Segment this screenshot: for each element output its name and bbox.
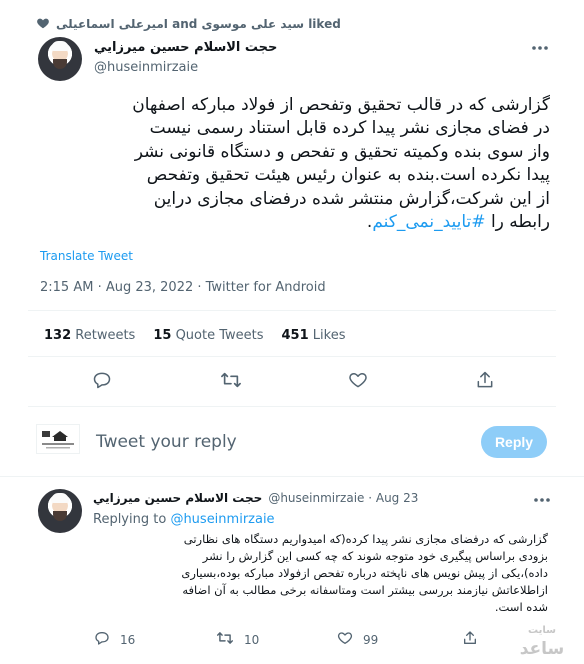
- watermark-bottom: ساعد: [519, 639, 565, 659]
- tweet-line: واز سوی بنده وکمیته تحقیق و تفحص و دستگا…: [134, 141, 550, 162]
- reply-action-icon[interactable]: [92, 370, 112, 394]
- heart-icon: [36, 15, 50, 34]
- tweet-line: پیدا نکرده است.بنده به عنوان رئیس هیئت ت…: [146, 165, 550, 186]
- more-options-icon[interactable]: [530, 40, 550, 56]
- like-count: 99: [363, 632, 379, 647]
- reply-line: داده)،یکی از پیش نویس های ناپخته درباره …: [181, 566, 548, 580]
- quotes-stat[interactable]: 15 Quote Tweets: [153, 328, 263, 343]
- tweet-line: از این شرکت،گزارش منتشر شده درفضای مجازی…: [153, 188, 550, 209]
- liked-header: امیرعلی اسماعیلی and سید علی موسوی liked: [36, 14, 341, 34]
- tweet-line: در فضای مجازی نشر پیدا کرده قابل استناد …: [149, 118, 550, 139]
- reply-input[interactable]: Tweet your reply: [96, 432, 237, 452]
- reply-retweet-action[interactable]: 10: [216, 630, 259, 649]
- watermark-top: سایت: [528, 625, 556, 636]
- replying-label: Replying to: [93, 512, 167, 527]
- reply-button[interactable]: Reply: [481, 426, 547, 458]
- retweet-count: 10: [244, 632, 260, 647]
- tweet-stats: 132 Retweets 15 Quote Tweets 451 Likes: [44, 328, 346, 343]
- reply-reply-action[interactable]: 16: [94, 630, 135, 649]
- hashtag-link[interactable]: #تایید_نمی_کنم: [372, 212, 485, 232]
- reply-handle-date[interactable]: @huseinmirzaie · Aug 23: [268, 491, 418, 505]
- translate-link[interactable]: Translate Tweet: [40, 249, 133, 263]
- tweet-line-prefix: رابطه را: [490, 212, 550, 233]
- reply-count: 16: [120, 632, 136, 647]
- reply-more-icon[interactable]: [532, 492, 552, 508]
- author-avatar[interactable]: [38, 37, 82, 81]
- reply-author-name[interactable]: حجت الاسلام حسين ميرزايي: [93, 491, 262, 505]
- tweet-meta[interactable]: 2:15 AM · Aug 23, 2022 · Twitter for And…: [40, 280, 326, 295]
- reply-author-row: حجت الاسلام حسين ميرزايي @huseinmirzaie …: [93, 491, 418, 505]
- reply-like-action[interactable]: 99: [337, 630, 378, 649]
- site-watermark: سایت ساعد: [505, 622, 579, 658]
- divider: [0, 476, 584, 477]
- likes-label: Likes: [312, 328, 346, 343]
- retweets-stat[interactable]: 132 Retweets: [44, 328, 135, 343]
- quotes-label: Quote Tweets: [175, 328, 264, 343]
- reply-line: گزارشی که درفضای مجازی نشر پیدا کرده(که …: [183, 532, 548, 546]
- tweet-line: گزارشی که در قالب تحقیق وتفحص از فولاد م…: [132, 95, 550, 115]
- likes-count: 451: [281, 328, 309, 343]
- like-action-icon[interactable]: [348, 370, 368, 394]
- author-handle[interactable]: @huseinmirzaie: [94, 60, 198, 75]
- reply-line: شده است.: [494, 600, 548, 614]
- quotes-count: 15: [153, 328, 172, 343]
- retweet-action-icon[interactable]: [220, 370, 242, 394]
- tweet-line-last: رابطه را #تایید_نمی_کنم.: [28, 211, 550, 234]
- reply-author-avatar[interactable]: [38, 489, 82, 533]
- author-name[interactable]: حجت الاسلام حسين ميرزايي: [94, 40, 277, 55]
- replying-handle[interactable]: @huseinmirzaie: [170, 512, 274, 527]
- liked-text: امیرعلی اسماعیلی and سید علی موسوی liked: [56, 17, 341, 31]
- retweets-label: Retweets: [75, 328, 136, 343]
- replying-to: Replying to @huseinmirzaie: [93, 512, 275, 527]
- reply-share-icon[interactable]: [462, 630, 478, 650]
- retweets-count: 132: [44, 328, 72, 343]
- like-icon: [337, 630, 353, 649]
- retweet-icon: [216, 630, 234, 649]
- reply-line: بزودی براساس پیگیری خود متوجه شوند که چه…: [202, 549, 548, 563]
- likes-stat[interactable]: 451 Likes: [282, 328, 346, 343]
- reply-body: گزارشی که درفضای مجازی نشر پیدا کرده(که …: [93, 531, 548, 616]
- reply-icon: [94, 630, 110, 649]
- divider: [28, 406, 556, 407]
- reply-line: ازاطلاعاتش نیازمند بررسی بیشتر است ومتاس…: [182, 583, 548, 597]
- divider: [28, 310, 556, 311]
- share-action-icon[interactable]: [475, 370, 495, 394]
- divider: [28, 356, 556, 357]
- tweet-body: گزارشی که در قالب تحقیق وتفحص از فولاد م…: [28, 94, 550, 234]
- compose-avatar[interactable]: [36, 424, 80, 454]
